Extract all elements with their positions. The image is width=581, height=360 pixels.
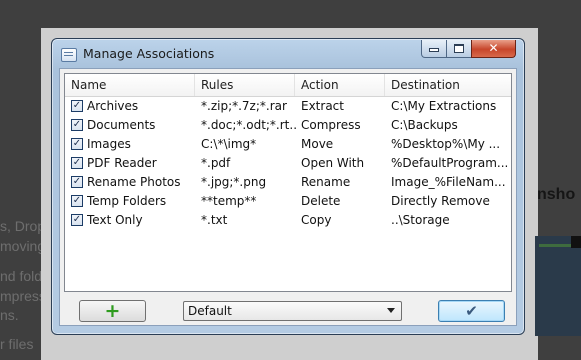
maximize-button[interactable]: [446, 40, 472, 58]
background-text: ns.: [0, 307, 19, 323]
column-header-name[interactable]: Name: [65, 74, 195, 96]
rule-name: Archives: [87, 99, 139, 113]
rule-action: Compress: [301, 118, 361, 132]
list-item[interactable]: ✓ Documents *.doc;*.odt;*.rt... Compress…: [65, 116, 511, 135]
column-header-action[interactable]: Action: [295, 74, 385, 96]
row-checkbox[interactable]: ✓: [71, 157, 83, 169]
close-icon: ✕: [488, 41, 499, 55]
rule-pattern: **temp**: [201, 194, 257, 208]
rule-pattern: *.txt: [201, 213, 228, 227]
background-text: s, Drop: [0, 218, 46, 234]
list-item[interactable]: ✓ PDF Reader *.pdf Open With %DefaultPro…: [65, 154, 511, 173]
background-text: nd fold: [0, 268, 43, 284]
rule-pattern: *.pdf: [201, 156, 231, 170]
rule-name: Images: [87, 137, 131, 151]
background-heading: nsho: [537, 186, 576, 203]
row-checkbox[interactable]: ✓: [71, 100, 83, 112]
rule-action: Copy: [301, 213, 332, 227]
rule-action: Rename: [301, 175, 351, 189]
minimize-icon: [429, 48, 439, 52]
list-item[interactable]: ✓ Archives *.zip;*.7z;*.rar Extract C:\M…: [65, 97, 511, 116]
list-item[interactable]: ✓ Text Only *.txt Copy ..\Storage: [65, 211, 511, 230]
rule-destination: C:\My Extractions: [391, 99, 497, 113]
add-association-button[interactable]: +: [79, 300, 146, 322]
rule-destination: C:\Backups: [391, 118, 458, 132]
dialog-body: Name Rules Action Destination ✓ Archives…: [59, 68, 517, 326]
rule-action: Move: [301, 137, 334, 151]
rule-pattern: *.zip;*.7z;*.rar: [201, 99, 287, 113]
rule-name: Temp Folders: [87, 194, 167, 208]
rule-pattern: *.doc;*.odt;*.rt...: [201, 118, 297, 132]
minimize-button[interactable]: [421, 40, 447, 58]
list-item[interactable]: ✓ Rename Photos *.jpg;*.png Rename Image…: [65, 173, 511, 192]
row-checkbox[interactable]: ✓: [71, 176, 83, 188]
checkmark-icon: ✔: [465, 302, 478, 320]
app-window-icon: [61, 48, 77, 62]
profile-select[interactable]: Default: [183, 301, 402, 321]
background-text: moving: [0, 238, 46, 254]
column-header-destination[interactable]: Destination: [385, 74, 511, 96]
rule-destination: Directly Remove: [391, 194, 490, 208]
row-checkbox[interactable]: ✓: [71, 214, 83, 226]
profile-select-value: Default: [188, 304, 232, 318]
rule-name: Text Only: [87, 213, 143, 227]
rule-name: Documents: [87, 118, 156, 132]
background-thumbnail: [535, 236, 581, 336]
rule-destination: ..\Storage: [391, 213, 450, 227]
row-checkbox[interactable]: ✓: [71, 195, 83, 207]
rule-action: Delete: [301, 194, 341, 208]
plus-icon: +: [104, 300, 121, 322]
list-item[interactable]: ✓ Images C:\*\img* Move %Desktop%\My ...: [65, 135, 511, 154]
rule-action: Open With: [301, 156, 365, 170]
window-title: Manage Associations: [83, 46, 215, 61]
column-header-rules[interactable]: Rules: [195, 74, 295, 96]
row-checkbox[interactable]: ✓: [71, 119, 83, 131]
list-header: Name Rules Action Destination: [65, 74, 511, 97]
associations-list[interactable]: Name Rules Action Destination ✓ Archives…: [64, 73, 512, 292]
row-checkbox[interactable]: ✓: [71, 138, 83, 150]
maximize-icon: [454, 44, 464, 53]
background-text: mpress: [0, 288, 46, 304]
rule-destination: %Desktop%\My ...: [391, 137, 501, 151]
ok-button[interactable]: ✔: [438, 300, 505, 322]
background-text: r files: [0, 336, 34, 352]
rule-destination: %DefaultProgram...: [391, 156, 509, 170]
chevron-down-icon: [387, 308, 395, 313]
manage-associations-window: Manage Associations ✕ Name Rules Action …: [51, 38, 525, 335]
close-button[interactable]: ✕: [471, 40, 516, 58]
rule-name: PDF Reader: [87, 156, 157, 170]
rule-name: Rename Photos: [87, 175, 181, 189]
list-item[interactable]: ✓ Temp Folders **temp** Delete Directly …: [65, 192, 511, 211]
rule-action: Extract: [301, 99, 344, 113]
rule-destination: Image_%FileNam...: [391, 175, 506, 189]
rule-pattern: *.jpg;*.png: [201, 175, 267, 189]
rule-pattern: C:\*\img*: [201, 137, 257, 151]
